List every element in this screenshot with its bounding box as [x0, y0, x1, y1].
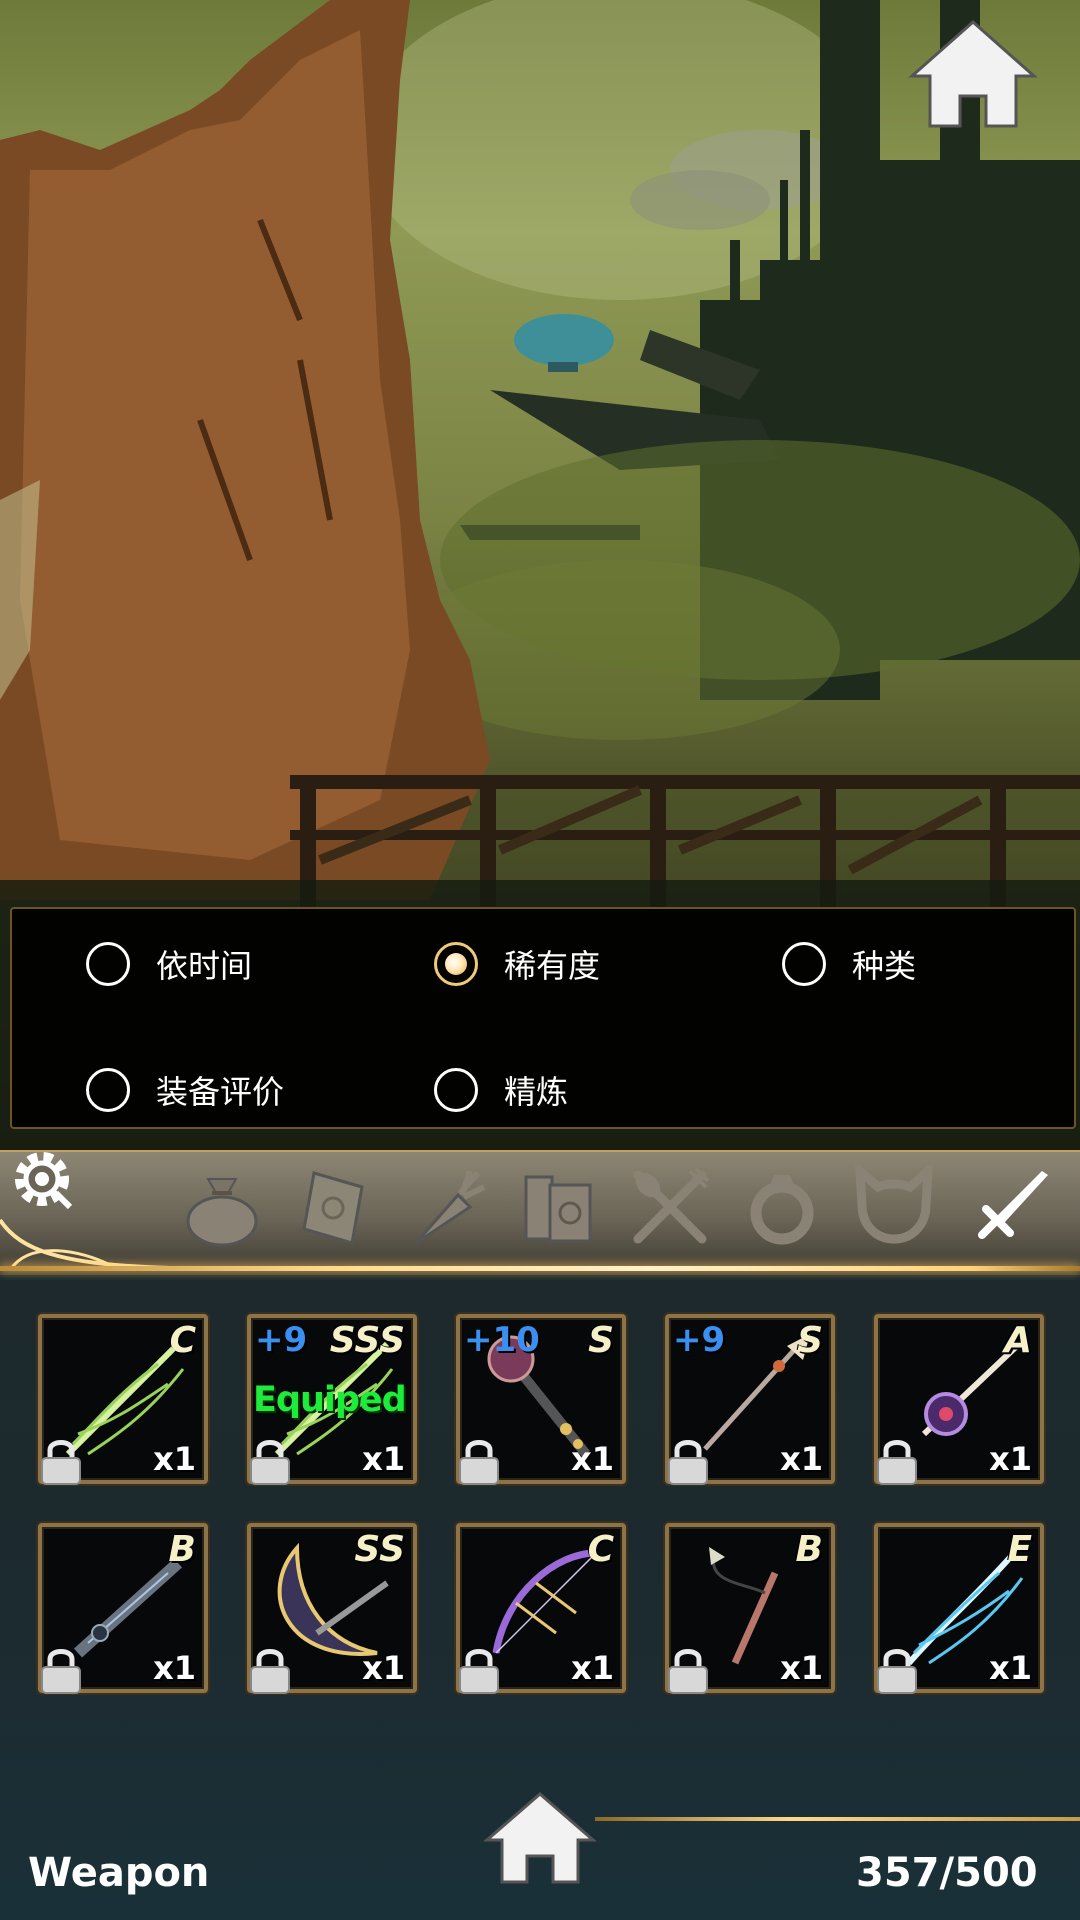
rarity-grade: SS: [354, 1529, 405, 1570]
lock-icon[interactable]: [247, 1645, 293, 1695]
item-slot[interactable]: C x1: [456, 1523, 626, 1695]
lock-icon[interactable]: [38, 1645, 84, 1695]
sort-option-label: 种类: [852, 947, 917, 985]
home-icon: [908, 19, 1038, 128]
item-quantity: x1: [362, 1440, 405, 1478]
radio-button-selected[interactable]: [434, 942, 478, 986]
divider: [0, 1150, 1080, 1152]
sort-option-label: 装备评价: [156, 1073, 285, 1111]
category-tab-food[interactable]: [404, 1165, 488, 1249]
refine-level: +10: [464, 1320, 540, 1360]
sort-option-label: 稀有度: [504, 947, 601, 985]
rarity-grade: B: [168, 1529, 196, 1570]
item-quantity: x1: [571, 1440, 614, 1478]
item-slot[interactable]: B x1: [665, 1523, 835, 1695]
home-button-bottom[interactable]: [482, 1790, 598, 1886]
cat-ears-icon: [854, 1160, 934, 1244]
sort-by-rating-option[interactable]: 装备评价: [86, 1067, 284, 1113]
equipped-label: Equiped: [253, 1380, 407, 1420]
refine-level: +9: [255, 1320, 308, 1360]
lock-icon[interactable]: [38, 1436, 84, 1486]
lock-icon[interactable]: [665, 1436, 711, 1486]
item-slot[interactable]: B x1: [38, 1523, 208, 1695]
radio-button[interactable]: [86, 1068, 130, 1112]
sort-option-label: 依时间: [156, 947, 253, 985]
sort-by-rarity-option[interactable]: 稀有度: [434, 941, 600, 987]
item-slot[interactable]: SS x1: [247, 1523, 417, 1695]
lock-icon[interactable]: [456, 1645, 502, 1695]
item-quantity: x1: [153, 1440, 196, 1478]
carrot-icon: [414, 1170, 486, 1245]
home-button[interactable]: [908, 18, 1038, 130]
radio-button[interactable]: [86, 942, 130, 986]
category-tab-card[interactable]: [292, 1165, 376, 1249]
item-slot[interactable]: E x1: [874, 1523, 1044, 1695]
bag-icon: [186, 1178, 258, 1247]
lock-icon[interactable]: [247, 1436, 293, 1486]
lock-icon[interactable]: [874, 1436, 920, 1486]
lock-icon[interactable]: [456, 1436, 502, 1486]
ring-icon: [750, 1175, 814, 1245]
inventory-capacity: 357/500: [856, 1850, 1038, 1896]
rarity-grade: S: [797, 1320, 823, 1361]
rarity-grade: SSS: [329, 1320, 405, 1361]
gear-icon: [15, 1152, 73, 1210]
lock-icon[interactable]: [874, 1645, 920, 1695]
sort-by-refine-option[interactable]: 精炼: [434, 1067, 568, 1113]
rarity-grade: S: [588, 1320, 614, 1361]
settings-button[interactable]: [8, 1145, 76, 1213]
rarity-grade: E: [1007, 1529, 1032, 1570]
radio-button[interactable]: [782, 942, 826, 986]
item-quantity: x1: [780, 1649, 823, 1687]
sort-by-type-option[interactable]: 种类: [782, 941, 916, 987]
item-quantity: x1: [153, 1649, 196, 1687]
category-tab-headwear[interactable]: [852, 1160, 936, 1249]
sort-by-time-option[interactable]: 依时间: [86, 941, 252, 987]
item-quantity: x1: [989, 1649, 1032, 1687]
category-tab-ring[interactable]: [740, 1165, 824, 1249]
home-icon: [482, 1792, 598, 1884]
rarity-grade: C: [587, 1529, 614, 1570]
item-quantity: x1: [989, 1440, 1032, 1478]
item-slot[interactable]: C x1: [38, 1314, 208, 1486]
category-tab-weapon[interactable]: [968, 1165, 1052, 1249]
sort-option-label: 精炼: [504, 1073, 569, 1111]
rarity-grade: C: [169, 1320, 196, 1361]
sort-options-panel: 依时间 稀有度 种类 装备评价 精炼: [10, 907, 1076, 1129]
books-icon: [524, 1175, 592, 1243]
category-tab-cooking[interactable]: [628, 1165, 712, 1249]
spoon-fork-icon: [633, 1167, 710, 1244]
rarity-grade: A: [1004, 1320, 1032, 1361]
item-slot[interactable]: +10 S x1: [456, 1314, 626, 1486]
item-quantity: x1: [362, 1649, 405, 1687]
item-quantity: x1: [780, 1440, 823, 1478]
item-slot[interactable]: +9 S x1: [665, 1314, 835, 1486]
sword-icon: [978, 1171, 1048, 1239]
refine-level: +9: [673, 1320, 726, 1360]
item-slot[interactable]: A x1: [874, 1314, 1044, 1486]
card-icon: [302, 1171, 364, 1245]
lock-icon[interactable]: [665, 1645, 711, 1695]
category-tab-bag[interactable]: [180, 1165, 264, 1249]
rarity-grade: B: [795, 1529, 823, 1570]
category-tab-books[interactable]: [516, 1165, 600, 1249]
divider: [0, 1266, 1080, 1271]
category-name: Weapon: [28, 1850, 210, 1896]
item-slot-equipped[interactable]: +9 SSS Equiped x1: [247, 1314, 417, 1486]
item-quantity: x1: [571, 1649, 614, 1687]
radio-button[interactable]: [434, 1068, 478, 1112]
divider: [595, 1817, 1080, 1821]
